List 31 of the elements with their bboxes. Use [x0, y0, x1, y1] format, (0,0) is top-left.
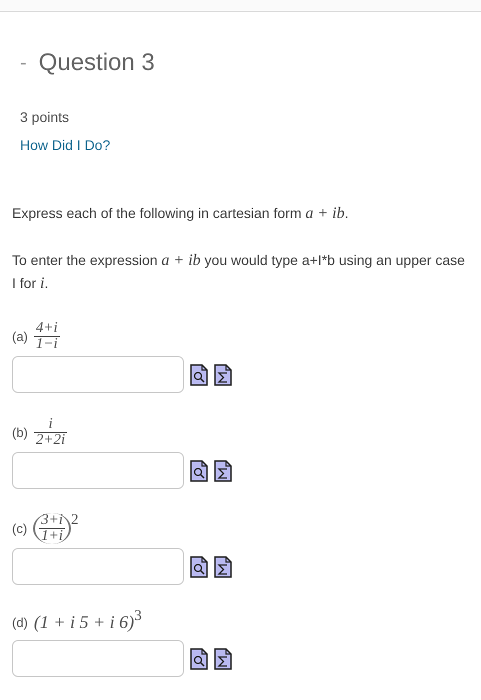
answer-field[interactable]: [12, 548, 184, 585]
part-label: (a): [12, 328, 28, 346]
document-magnifier-icon[interactable]: [190, 460, 208, 482]
answer-field[interactable]: [12, 356, 184, 393]
feedback-link[interactable]: How Did I Do?: [20, 135, 110, 156]
document-magnifier-icon[interactable]: [190, 648, 208, 670]
points-label: 3 points: [20, 108, 70, 127]
exponent: 2: [70, 511, 78, 530]
numerator: 4+i: [34, 321, 59, 336]
document-sigma-icon[interactable]: [214, 556, 232, 578]
part-label: (d): [12, 614, 28, 632]
part-label: (b): [12, 424, 28, 442]
collapse-toggle[interactable]: -: [20, 49, 27, 77]
document-sigma-icon[interactable]: [214, 648, 232, 670]
instruction-text: To enter the expression a + ib you would type a+I*b using an upper case I for i.: [12, 251, 466, 294]
numerator: 3+i: [40, 513, 64, 528]
part-label: (c): [12, 520, 28, 538]
answer-field[interactable]: [12, 640, 184, 677]
document-sigma-icon[interactable]: [214, 460, 232, 482]
document-magnifier-icon[interactable]: [190, 556, 208, 578]
document-magnifier-icon[interactable]: [190, 364, 208, 386]
denominator: 2+2i: [34, 432, 68, 448]
denominator: 1−i: [34, 336, 60, 352]
instruction-text: Express each of the following in cartesian form a + ib.: [12, 204, 350, 224]
numerator: i: [47, 417, 54, 432]
question-title: Question 3: [38, 48, 155, 78]
math-expression: (1 + i 5 + i 6): [34, 611, 134, 634]
answer-field[interactable]: [12, 452, 184, 489]
denominator: 1+i: [39, 528, 65, 544]
document-sigma-icon[interactable]: [214, 364, 232, 386]
exponent: 3: [134, 607, 142, 626]
